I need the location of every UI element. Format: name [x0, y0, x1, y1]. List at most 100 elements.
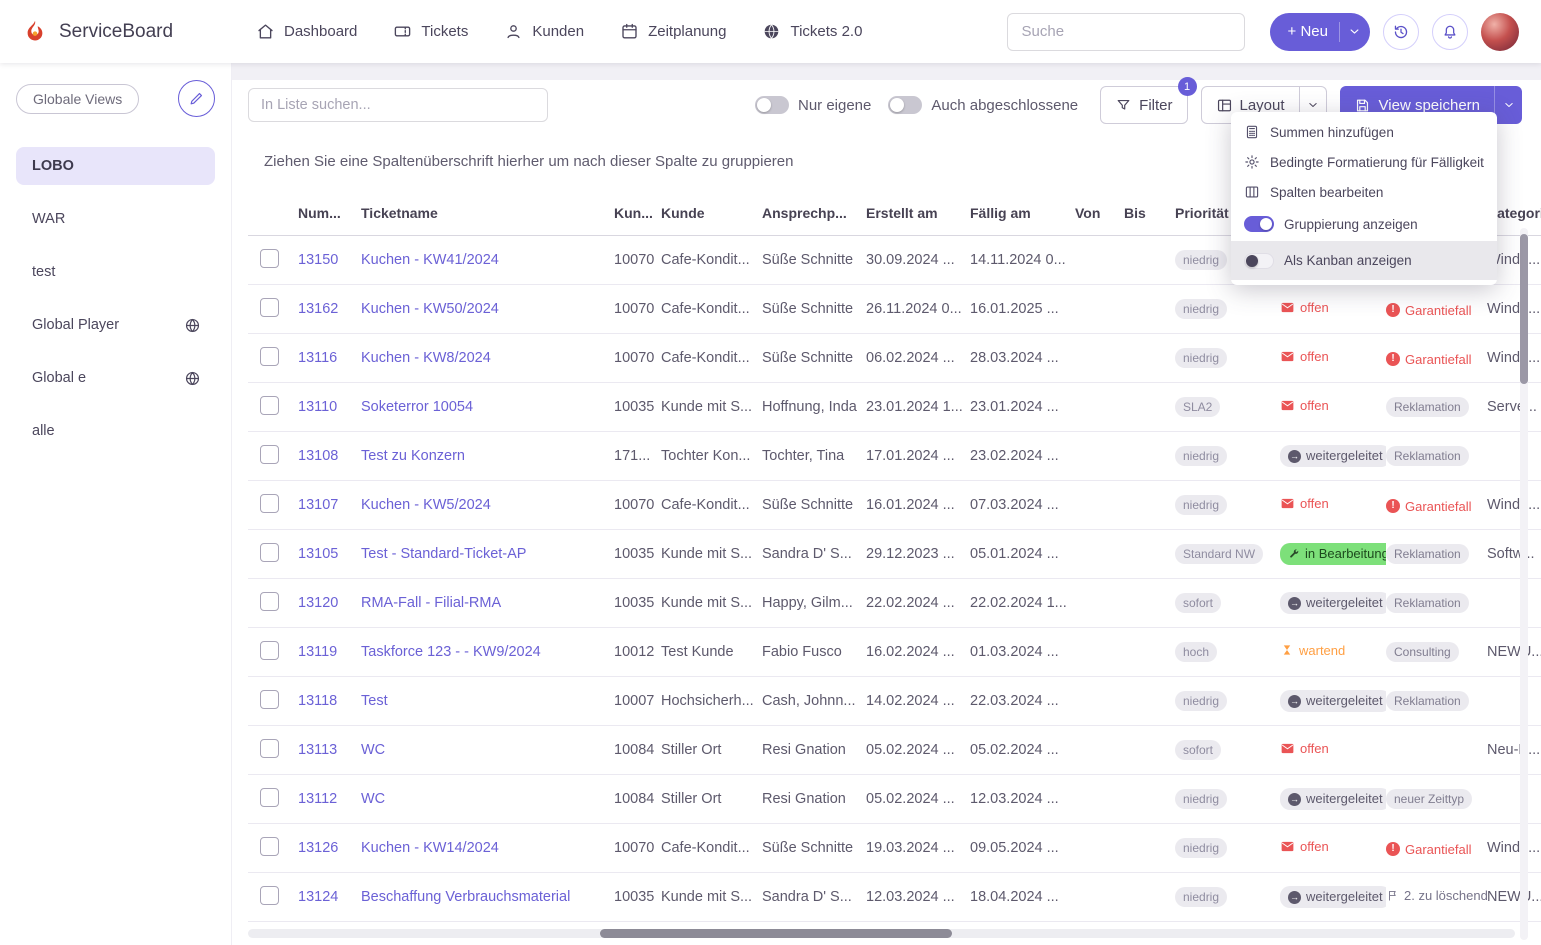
- ticket-number-link[interactable]: 13113: [298, 742, 337, 758]
- row-checkbox[interactable]: [260, 445, 279, 464]
- ticket-number-link[interactable]: 13120: [298, 595, 338, 611]
- sidebar-view-test[interactable]: test: [16, 253, 215, 291]
- user-avatar[interactable]: [1481, 13, 1519, 51]
- tickets-table: Num...TicketnameKun...KundeAnsprechp...E…: [248, 190, 1541, 922]
- brand[interactable]: ServiceBoard: [22, 19, 234, 45]
- nav-item-tickets[interactable]: Tickets: [393, 22, 468, 41]
- col-header-ansprech[interactable]: Ansprechp...: [762, 205, 866, 221]
- menu-item-summen[interactable]: Summen hinzufügen: [1231, 117, 1497, 147]
- nav-item-kunden[interactable]: Kunden: [504, 22, 584, 41]
- row-checkbox[interactable]: [260, 347, 279, 366]
- col-header-faellig[interactable]: Fällig am: [970, 205, 1075, 221]
- ticket-name-link[interactable]: RMA-Fall - Filial-RMA: [361, 595, 501, 611]
- toggle-auch-abgeschlossene-switch[interactable]: [888, 96, 922, 114]
- menu-toggle-kanban[interactable]: [1244, 253, 1274, 269]
- ticket-number-link[interactable]: 13108: [298, 448, 338, 464]
- status-weitergeleitet: →weitergeleitet: [1280, 886, 1386, 908]
- notifications-button[interactable]: [1432, 14, 1468, 50]
- col-header-num[interactable]: Num...: [298, 205, 361, 221]
- ticket-number-link[interactable]: 13112: [298, 791, 337, 807]
- row-checkbox[interactable]: [260, 396, 279, 415]
- row-checkbox[interactable]: [260, 249, 279, 268]
- horizontal-scrollbar-thumb[interactable]: [600, 929, 952, 938]
- new-button[interactable]: + Neu: [1270, 13, 1370, 51]
- nav-item-dashboard[interactable]: Dashboard: [256, 22, 357, 41]
- ticket-name-link[interactable]: Beschaffung Verbrauchsmaterial: [361, 889, 570, 905]
- ticket-name-link[interactable]: Test: [361, 693, 388, 709]
- ticket-name-link[interactable]: WC: [361, 742, 385, 758]
- table-row: 13120 RMA-Fall - Filial-RMA 10035 Kunde …: [248, 579, 1541, 628]
- ticket-number-link[interactable]: 13124: [298, 889, 338, 905]
- table-row: 13126 Kuchen - KW14/2024 10070 Cafe-Kond…: [248, 824, 1541, 873]
- toggle-nur-eigene-switch[interactable]: [755, 96, 789, 114]
- horizontal-scrollbar[interactable]: [248, 929, 1515, 938]
- col-header-erstellt[interactable]: Erstellt am: [866, 205, 970, 221]
- menu-item-formatierung[interactable]: Bedingte Formatierung für Fälligkeit: [1231, 147, 1497, 177]
- col-header-name[interactable]: Ticketname: [361, 205, 614, 221]
- ticket-number-link[interactable]: 13150: [298, 252, 338, 268]
- nav-item-zeitplanung[interactable]: Zeitplanung: [620, 22, 726, 41]
- ticket-name-link[interactable]: Test zu Konzern: [361, 448, 465, 464]
- row-checkbox[interactable]: [260, 641, 279, 660]
- save-view-dropdown-arrow[interactable]: [1494, 86, 1522, 124]
- ticket-name-link[interactable]: Kuchen - KW41/2024: [361, 252, 499, 268]
- ticket-number-link[interactable]: 13110: [298, 399, 337, 415]
- ticket-number-link[interactable]: 13116: [298, 350, 337, 366]
- new-button-chevron-down-icon[interactable]: [1347, 24, 1362, 39]
- ticket-number-link[interactable]: 13119: [298, 644, 337, 660]
- vertical-scrollbar-thumb[interactable]: [1520, 234, 1528, 384]
- typ-zu-loeschend: 2. zu löschende: [1386, 888, 1487, 903]
- menu-toggle-gruppierung[interactable]: [1244, 216, 1274, 232]
- cell-erstellt-am: 19.03.2024 ...: [866, 840, 970, 856]
- ticket-number-link[interactable]: 13118: [298, 693, 337, 709]
- ticket-name-link[interactable]: Kuchen - KW50/2024: [361, 301, 499, 317]
- col-header-kunde[interactable]: Kunde: [661, 205, 762, 221]
- ticket-number-link[interactable]: 13162: [298, 301, 338, 317]
- row-checkbox[interactable]: [260, 494, 279, 513]
- row-checkbox[interactable]: [260, 739, 279, 758]
- cell-ansprechpartner: Sandra D' S...: [762, 889, 866, 905]
- row-checkbox[interactable]: [260, 837, 279, 856]
- vertical-scrollbar[interactable]: [1520, 228, 1528, 940]
- ticket-name-link[interactable]: Soketerror 10054: [361, 399, 473, 415]
- row-checkbox[interactable]: [260, 543, 279, 562]
- sidebar-view-global-player[interactable]: Global Player: [16, 306, 215, 344]
- sidebar-view-global-e[interactable]: Global e: [16, 359, 215, 397]
- ticket-number-link[interactable]: 13107: [298, 497, 338, 513]
- forward-arrow-icon: →: [1288, 695, 1301, 708]
- sidebar-view-lobo[interactable]: LOBO: [16, 147, 215, 185]
- global-views-button[interactable]: Globale Views: [16, 84, 139, 114]
- col-header-bis[interactable]: Bis: [1124, 205, 1175, 221]
- toggle-auch-abgeschlossene[interactable]: Auch abgeschlossene: [888, 96, 1078, 114]
- ticket-name-link[interactable]: WC: [361, 791, 385, 807]
- col-header-knr[interactable]: Kun...: [614, 205, 661, 221]
- row-checkbox[interactable]: [260, 298, 279, 317]
- sidebar-view-war[interactable]: WAR: [16, 200, 215, 238]
- history-button[interactable]: [1383, 14, 1419, 50]
- menu-item-kanban[interactable]: Als Kanban anzeigen: [1231, 241, 1497, 280]
- ticket-name-link[interactable]: Kuchen - KW14/2024: [361, 840, 499, 856]
- cell-kunde: Kunde mit S...: [661, 595, 762, 611]
- row-checkbox[interactable]: [260, 592, 279, 611]
- toggle-nur-eigene[interactable]: Nur eigene: [755, 96, 871, 114]
- nav-item-tickets2[interactable]: Tickets 2.0: [762, 22, 862, 41]
- menu-item-spalten[interactable]: Spalten bearbeiten: [1231, 177, 1497, 207]
- list-search-input[interactable]: [248, 88, 548, 122]
- filter-button[interactable]: Filter: [1100, 86, 1187, 124]
- col-header-von[interactable]: Von: [1075, 205, 1124, 221]
- ticket-name-link[interactable]: Test - Standard-Ticket-AP: [361, 546, 526, 562]
- sidebar-view-alle[interactable]: alle: [16, 412, 215, 450]
- ticket-name-link[interactable]: Taskforce 123 - - KW9/2024: [361, 644, 541, 660]
- cell-kategorie: NEWU...: [1487, 644, 1541, 660]
- ticket-number-link[interactable]: 13126: [298, 840, 338, 856]
- ticket-name-link[interactable]: Kuchen - KW5/2024: [361, 497, 491, 513]
- ticket-name-link[interactable]: Kuchen - KW8/2024: [361, 350, 491, 366]
- global-search-input[interactable]: [1007, 13, 1245, 51]
- ticket-number-link[interactable]: 13105: [298, 546, 338, 562]
- edit-views-button[interactable]: [178, 80, 215, 117]
- row-checkbox[interactable]: [260, 788, 279, 807]
- menu-item-label: Gruppierung anzeigen: [1284, 217, 1418, 232]
- row-checkbox[interactable]: [260, 690, 279, 709]
- row-checkbox[interactable]: [260, 886, 279, 905]
- menu-item-gruppierung[interactable]: Gruppierung anzeigen: [1231, 207, 1497, 241]
